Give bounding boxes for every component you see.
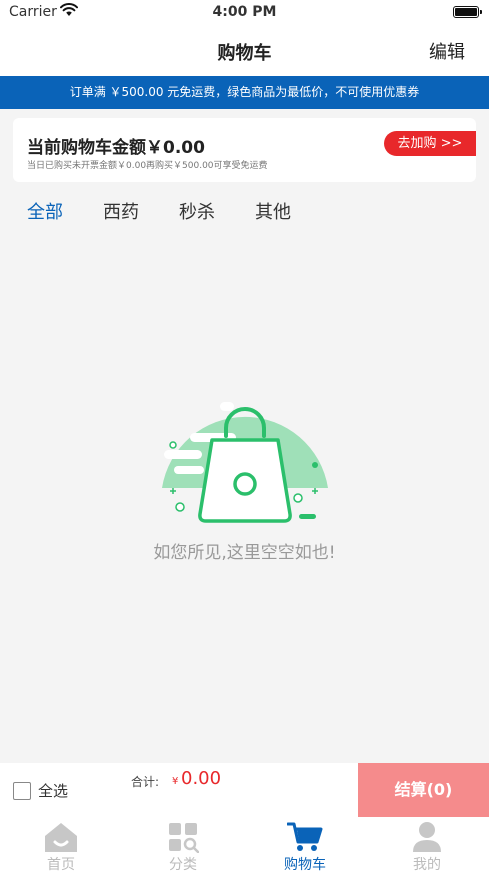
- checkout-button[interactable]: 结算(0): [358, 763, 489, 817]
- tab-bar-category[interactable]: 分类: [138, 817, 228, 875]
- tab-bar-category-label: 分类: [169, 857, 197, 873]
- empty-cart-illustration: [162, 402, 328, 523]
- select-all-checkbox[interactable]: [13, 781, 31, 800]
- nav-bar: 购物车 编辑: [0, 26, 489, 76]
- home-icon: [45, 823, 77, 852]
- shipping-notice: 订单满 ￥500.00 元免运费，绿色商品为最低价，不可使用优惠券: [0, 76, 489, 109]
- go-add-button[interactable]: 去加购 >>: [384, 131, 476, 156]
- total-currency: ¥: [172, 776, 179, 787]
- clock: 4:00 PM: [212, 4, 277, 20]
- total-amount: 0.00: [181, 768, 222, 789]
- status-bar: Carrier 4:00 PM: [0, 0, 489, 26]
- category-icon: [169, 823, 199, 853]
- category-tabs: 全部 西药 秒杀 其他: [0, 198, 489, 228]
- cart-summary-card: 当前购物车金额￥0.00 当日已购买未开票金额￥0.00再购买￥500.00可享…: [13, 118, 476, 182]
- checkout-bar: 全选 合计: ¥ 0.00 结算(0): [0, 763, 489, 817]
- cart-amount-detail: 当日已购买未开票金额￥0.00再购买￥500.00可享受免运费: [27, 161, 268, 171]
- tab-bar-home[interactable]: 首页: [16, 817, 106, 875]
- tab-bar-cart[interactable]: 购物车: [260, 817, 350, 875]
- select-all-toggle[interactable]: 全选: [13, 780, 68, 801]
- edit-button[interactable]: 编辑: [429, 38, 465, 64]
- battery-icon: [453, 6, 482, 18]
- tab-flash-sale[interactable]: 秒杀: [179, 198, 215, 224]
- user-icon: [413, 822, 441, 852]
- select-all-label: 全选: [38, 782, 69, 800]
- empty-message: 如您所见,这里空空如也!: [153, 543, 336, 563]
- total-label: 合计:: [131, 775, 160, 789]
- tab-all[interactable]: 全部: [27, 198, 63, 224]
- tab-bar-profile-label: 我的: [413, 857, 441, 873]
- tab-western-medicine[interactable]: 西药: [103, 198, 139, 224]
- cart-icon: [287, 822, 323, 851]
- tab-bar-cart-label: 购物车: [284, 857, 326, 873]
- tab-bar-profile[interactable]: 我的: [382, 817, 472, 875]
- tab-other[interactable]: 其他: [255, 198, 291, 224]
- bottom-tab-bar: 首页 分类 购物车 我的: [0, 817, 489, 875]
- cart-amount: 当前购物车金额￥0.00: [27, 138, 205, 158]
- tab-bar-home-label: 首页: [47, 857, 75, 873]
- page-title: 购物车: [217, 43, 272, 64]
